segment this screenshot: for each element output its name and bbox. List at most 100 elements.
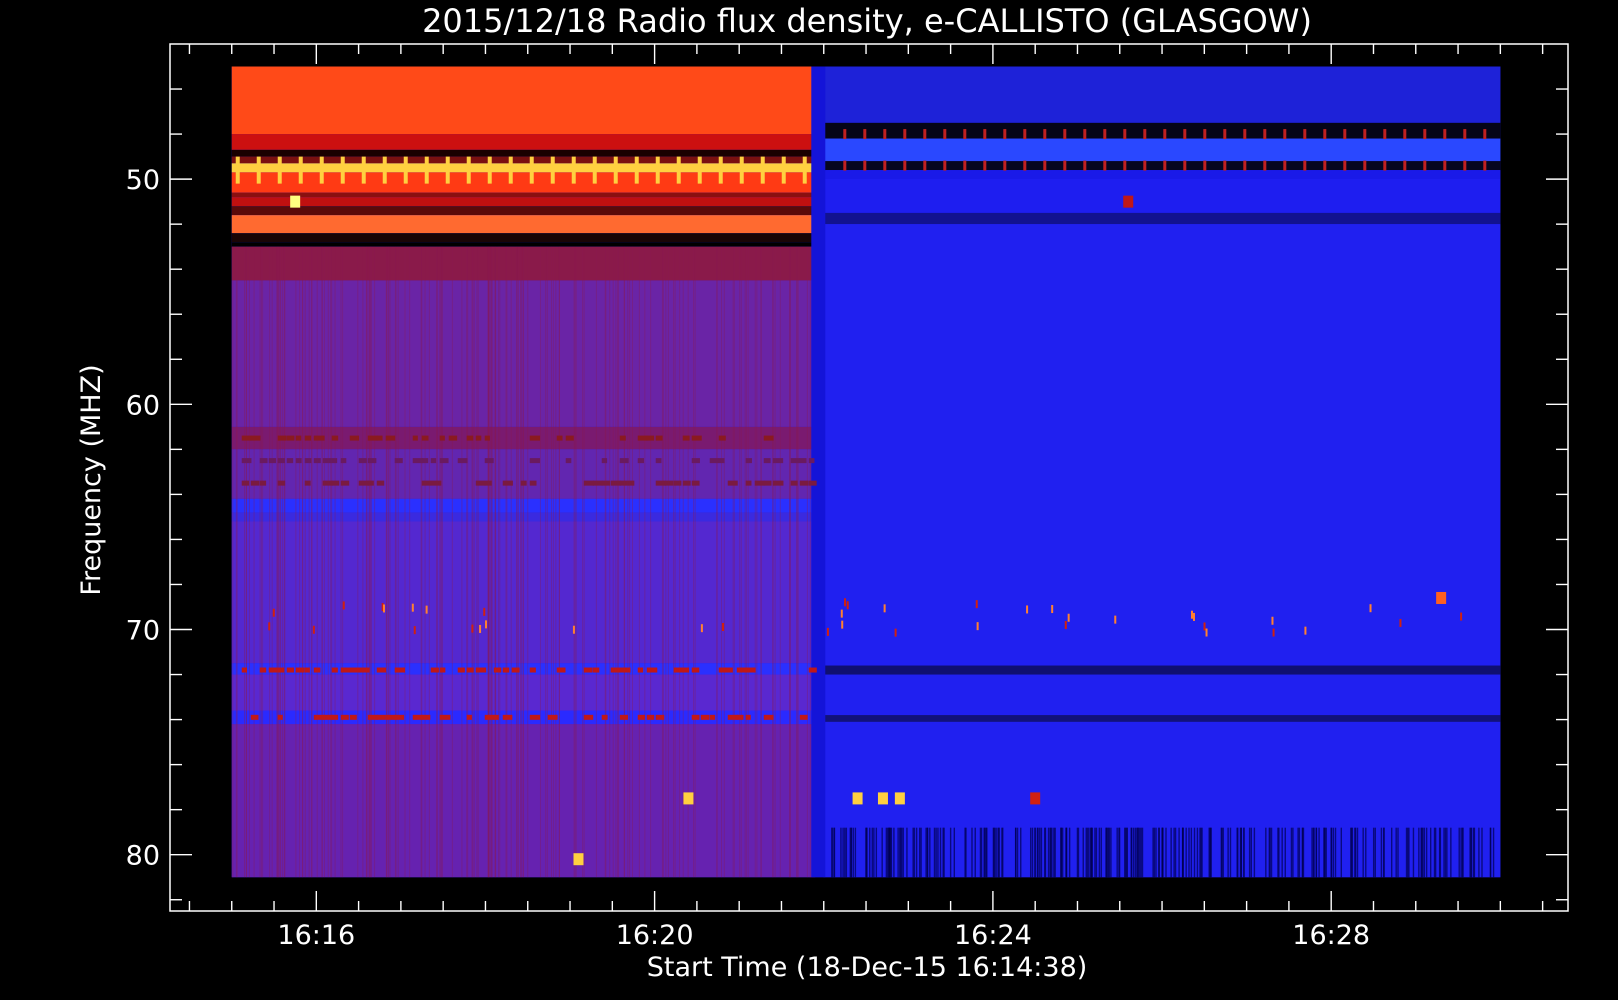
marker-49: [487, 156, 492, 184]
streak-after-252: [1450, 827, 1452, 878]
line-before-4: [412, 714, 423, 720]
streak-before-166: [760, 246, 762, 878]
line-before-3: [673, 667, 684, 673]
streak-after-122: [1082, 827, 1084, 878]
line-before-4: [736, 714, 744, 720]
line-before-3: [682, 667, 690, 673]
line-before-3: [295, 667, 305, 673]
streak-after-255: [1088, 827, 1090, 878]
streak-before-164: [618, 246, 620, 878]
streak-after-238: [1313, 827, 1315, 878]
streak-before-100: [304, 246, 306, 878]
line-before-2: [241, 480, 250, 486]
speck-2: [425, 605, 428, 614]
line-after-0: [1083, 129, 1087, 140]
x-axis-label: Start Time (18-Dec-15 16:14:38): [647, 952, 1088, 983]
band-before-4: [231, 163, 816, 173]
line-before-3: [718, 667, 729, 673]
streak-after-253: [983, 827, 985, 878]
line-before-4: [484, 714, 495, 720]
line-before-1: [421, 458, 429, 464]
marker-49: [697, 156, 702, 184]
line-before-2: [619, 480, 629, 486]
streak-after-100: [1356, 827, 1359, 878]
speck-8: [1369, 604, 1372, 613]
line-before-4: [322, 714, 334, 720]
spot-2: [573, 853, 584, 866]
streak-after-20: [1418, 827, 1420, 878]
streak-after-72: [1397, 827, 1399, 878]
streak-after-54: [1153, 827, 1156, 878]
streak-after-189: [1047, 827, 1050, 878]
streak-before-98: [574, 246, 576, 878]
streak-before-72: [389, 246, 391, 878]
streak-before-28: [476, 246, 478, 878]
streak-after-213: [1323, 827, 1325, 878]
streak-before-161: [477, 246, 479, 878]
streak-before-115: [243, 246, 245, 878]
marker-49: [676, 156, 681, 184]
line-after-1: [1243, 160, 1247, 171]
streak-before-45: [747, 246, 749, 878]
streak-before-57: [472, 246, 474, 878]
marker-49: [613, 156, 618, 184]
streak-before-168: [499, 246, 501, 878]
line-after-1: [903, 160, 907, 171]
speck-1: [1304, 626, 1307, 635]
streak-before-144: [650, 246, 652, 878]
line-before-1: [331, 458, 338, 464]
streak-after-235: [1020, 827, 1022, 878]
line-before-1: [529, 458, 540, 464]
chart-title: 2015/12/18 Radio flux density, e-CALLIST…: [422, 2, 1312, 40]
spot-5: [894, 792, 905, 805]
streak-before-46: [506, 246, 508, 878]
line-after-0: [1203, 129, 1207, 140]
streak-before-87: [661, 246, 663, 878]
streak-after-180: [1029, 827, 1032, 878]
line-before-0: [376, 435, 383, 441]
streak-after-247: [1297, 827, 1299, 878]
streak-before-138: [236, 246, 238, 878]
band-after-5: [823, 179, 1501, 213]
plot-area: [231, 66, 1501, 878]
line-after-1: [1343, 160, 1347, 171]
streak-after-119: [1086, 827, 1089, 878]
line-before-0: [691, 435, 702, 441]
streak-before-123: [516, 246, 518, 878]
speck-11: [413, 626, 416, 635]
marker-49: [802, 156, 807, 184]
band-before-3: [231, 156, 816, 164]
streak-after-128: [1124, 827, 1127, 878]
streak-before-130: [327, 246, 329, 878]
marker-49: [256, 156, 261, 184]
line-after-1: [1163, 160, 1167, 171]
streak-after-146: [992, 827, 995, 878]
streak-after-167: [833, 827, 835, 878]
streak-after-234: [1095, 827, 1098, 878]
streak-after-109: [1054, 827, 1056, 878]
line-before-0: [565, 435, 574, 441]
line-after-1: [1203, 160, 1207, 171]
streak-before-151: [271, 246, 273, 878]
line-before-4: [502, 714, 513, 720]
streak-before-34: [491, 246, 493, 878]
line-after-1: [1323, 160, 1327, 171]
streak-after-190: [869, 827, 871, 878]
streak-before-44: [371, 246, 373, 878]
line-before-0: [718, 435, 726, 441]
streak-after-130: [1422, 827, 1424, 878]
marker-49: [277, 156, 282, 184]
streak-after-197: [1065, 827, 1068, 878]
line-after-0: [1463, 129, 1467, 140]
line-before-2: [628, 480, 635, 486]
streak-after-12: [1478, 827, 1480, 878]
line-before-3: [592, 667, 600, 673]
line-before-2: [763, 480, 772, 486]
line-before-1: [394, 458, 403, 464]
band-before-8: [231, 206, 816, 216]
line-before-1: [745, 458, 752, 464]
streak-after-158: [1243, 827, 1245, 878]
band-before-5: [231, 172, 816, 193]
streak-after-53: [939, 827, 942, 878]
line-before-1: [637, 458, 645, 464]
